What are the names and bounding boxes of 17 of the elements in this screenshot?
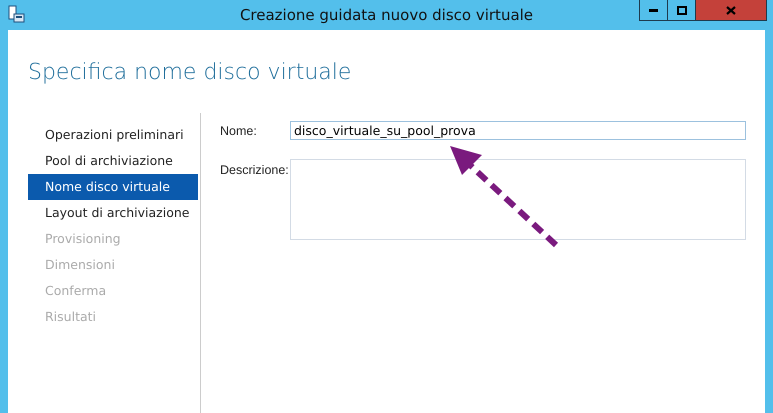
server-icon bbox=[7, 5, 25, 23]
wizard-step[interactable]: Operazioni preliminari bbox=[28, 122, 198, 148]
field-label: Nome: bbox=[220, 123, 258, 140]
minimize-icon bbox=[649, 8, 658, 12]
name-field[interactable]: disco_virtuale_su_pool_prova bbox=[290, 121, 746, 140]
close-icon bbox=[726, 6, 736, 14]
wizard-step[interactable]: Nome disco virtuale bbox=[28, 174, 198, 200]
wizard-step[interactable]: Pool di archiviazione bbox=[28, 148, 198, 174]
maximize-button[interactable] bbox=[667, 0, 695, 21]
maximize-icon bbox=[676, 6, 686, 14]
description-field[interactable] bbox=[290, 158, 746, 240]
wizard-step[interactable]: Layout di archiviazione bbox=[28, 200, 198, 226]
minimize-button[interactable] bbox=[639, 0, 667, 21]
page-heading: Specifica nome disco virtuale bbox=[28, 59, 352, 87]
close-button[interactable] bbox=[695, 0, 767, 21]
field-label: Descrizione: bbox=[220, 162, 290, 179]
window-title: Creazione guidata nuovo disco virtuale bbox=[240, 6, 534, 24]
